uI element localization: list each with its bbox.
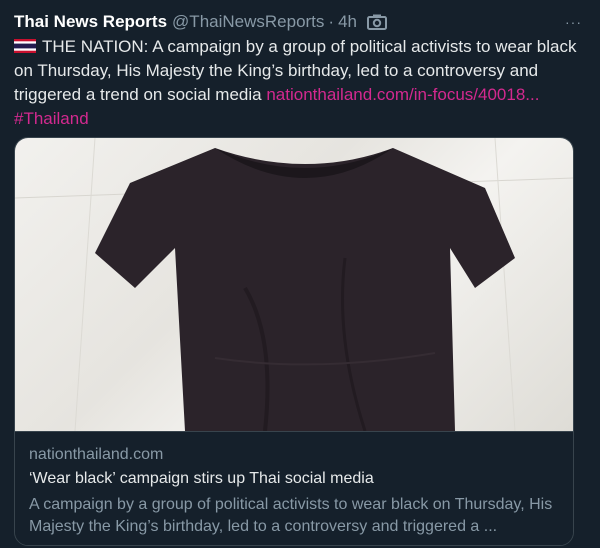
tweet-link[interactable]: nationthailand.com/in-focus/40018...	[266, 85, 539, 104]
link-preview-card[interactable]: nationthailand.com ‘Wear black’ campaign…	[14, 137, 574, 546]
tweet-header: Thai News Reports @ThaiNewsReports · 4h …	[14, 10, 586, 34]
black-tshirt-image	[15, 138, 573, 431]
tweet-timestamp[interactable]: 4h	[338, 12, 357, 32]
card-description: A campaign by a group of political activ…	[29, 496, 553, 535]
thailand-flag-icon	[14, 39, 36, 53]
tweet-text: THE NATION: A campaign by a group of pol…	[14, 35, 586, 131]
card-title[interactable]: ‘Wear black’ campaign stirs up Thai soci…	[29, 470, 374, 488]
tweet[interactable]: Thai News Reports @ThaiNewsReports · 4h …	[0, 0, 600, 548]
author-handle[interactable]: @ThaiNewsReports	[172, 12, 324, 32]
camera-icon	[367, 14, 388, 30]
hashtag-thailand[interactable]: #Thailand	[14, 109, 89, 128]
card-body: nationthailand.com ‘Wear black’ campaign…	[15, 431, 573, 545]
card-domain: nationthailand.com	[29, 446, 164, 463]
more-dots-icon[interactable]: ···	[565, 14, 582, 30]
dot-separator: ·	[328, 12, 335, 31]
author-name[interactable]: Thai News Reports	[14, 12, 167, 32]
